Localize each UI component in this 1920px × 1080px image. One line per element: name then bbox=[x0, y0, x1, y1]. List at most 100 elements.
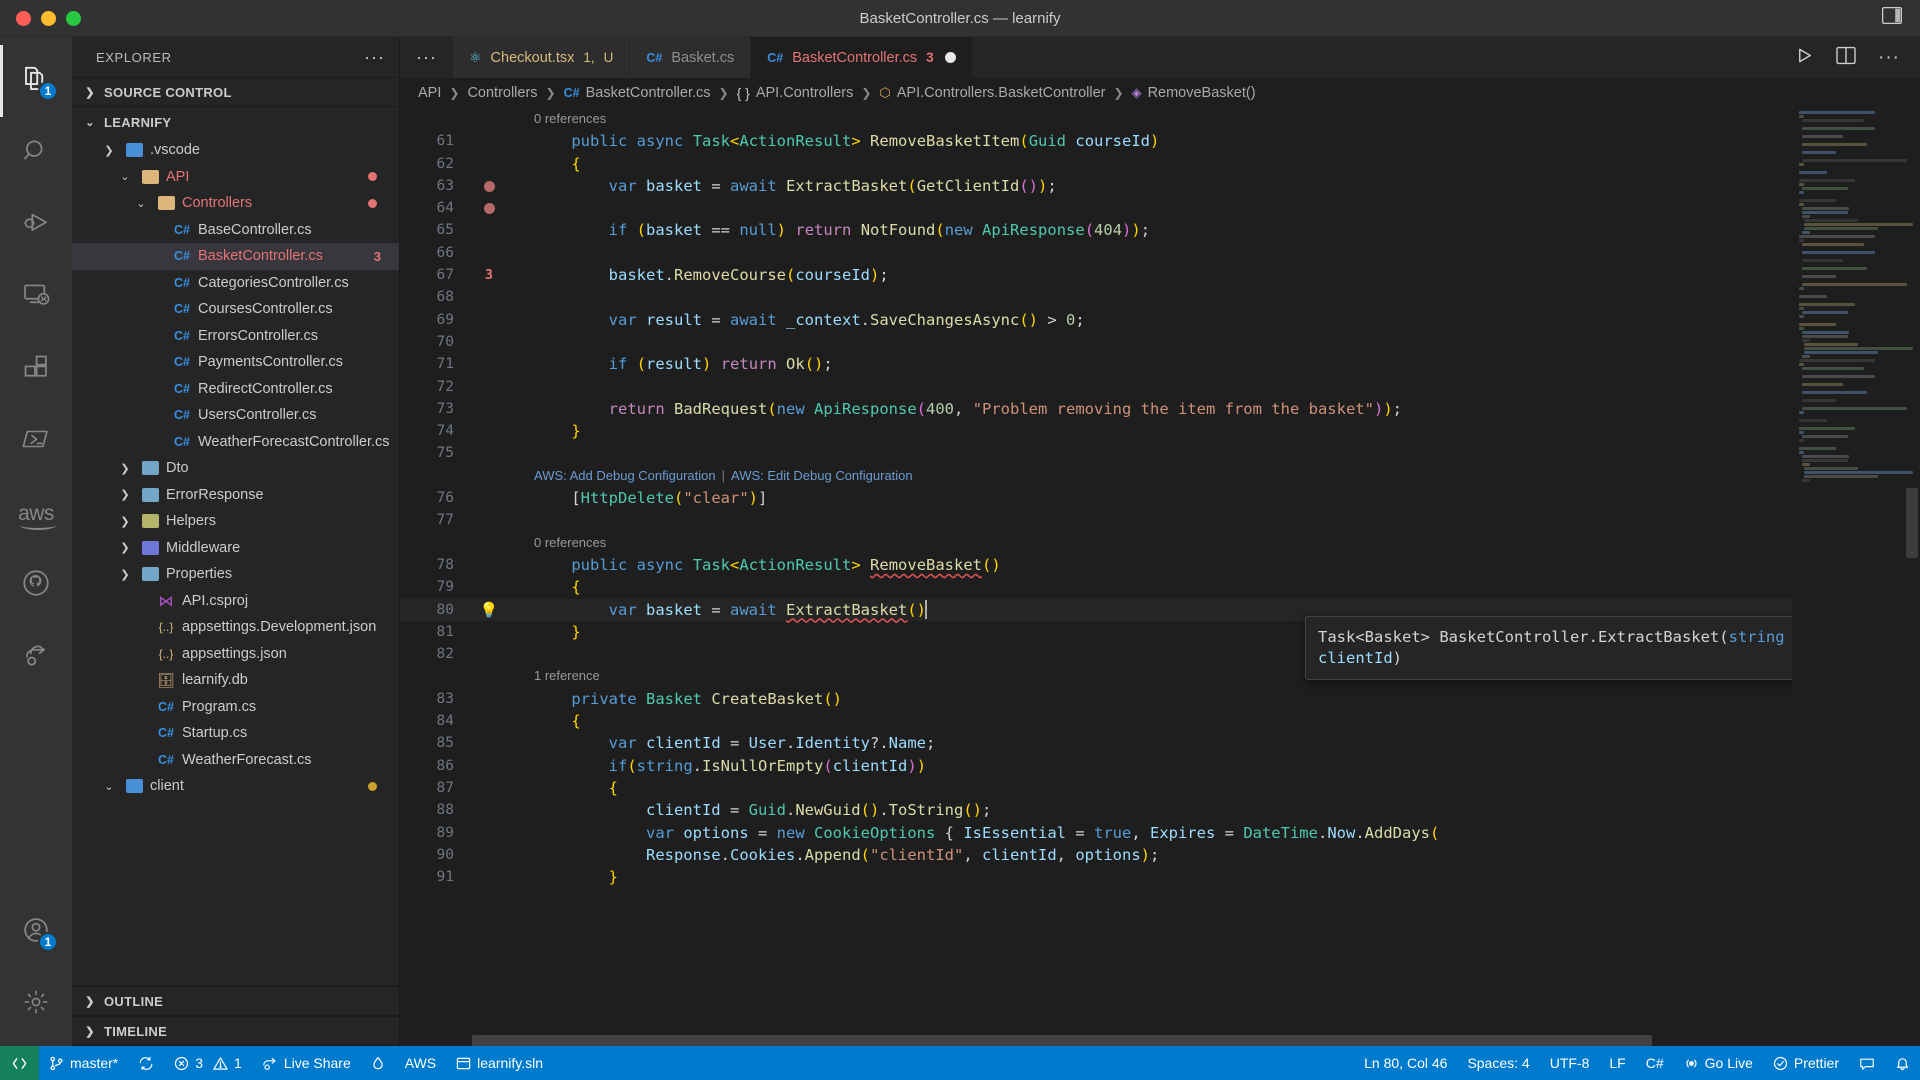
activity-explorer[interactable]: 1 bbox=[0, 45, 72, 117]
tab-basket-cs[interactable]: C# Basket.cs bbox=[630, 37, 752, 78]
code-line[interactable]: 71 if (result) return Ok(); bbox=[400, 353, 1792, 375]
status-aws[interactable]: AWS bbox=[395, 1046, 446, 1080]
status-problems[interactable]: 3 1 bbox=[164, 1046, 252, 1080]
activity-remote-explorer[interactable] bbox=[0, 261, 72, 333]
tree-item-basketcontroller[interactable]: C# BasketController.cs 3 bbox=[72, 243, 399, 270]
status-notifications[interactable] bbox=[1885, 1046, 1920, 1080]
breadcrumb-item-method[interactable]: RemoveBasket() bbox=[1148, 85, 1256, 101]
code-line[interactable]: 76 [HttpDelete("clear")] bbox=[400, 487, 1792, 509]
code-line[interactable]: 89 var options = new CookieOptions { IsE… bbox=[400, 822, 1792, 844]
tree-item-api[interactable]: ⌄ API bbox=[72, 164, 399, 191]
horizontal-scrollbar[interactable] bbox=[472, 1035, 1652, 1046]
code-line[interactable]: 84 { bbox=[400, 710, 1792, 732]
status-indentation[interactable]: Spaces: 4 bbox=[1457, 1046, 1539, 1080]
code-line[interactable]: 64 bbox=[400, 197, 1792, 219]
code-surface[interactable]: 0 references 61 public async Task<ActionR… bbox=[400, 108, 1792, 1046]
section-learnify[interactable]: ⌄ LEARNIFY bbox=[72, 107, 399, 137]
activity-terminal[interactable] bbox=[0, 405, 72, 477]
breadcrumb-item-file[interactable]: BasketController.cs bbox=[586, 85, 711, 101]
code-line[interactable]: 87 { bbox=[400, 777, 1792, 799]
minimap-slider[interactable] bbox=[1906, 488, 1918, 558]
codelens-references-link[interactable]: 1 reference bbox=[534, 665, 600, 687]
code-line[interactable]: 67 3 basket.RemoveCourse(courseId); bbox=[400, 264, 1792, 286]
zoom-window-button[interactable] bbox=[66, 10, 81, 26]
editor-layout-icon[interactable] bbox=[1881, 6, 1903, 29]
chevron-right-icon[interactable]: ❯ bbox=[100, 144, 118, 157]
code-line[interactable]: 77 bbox=[400, 509, 1792, 531]
aws-add-debug-config-link[interactable]: AWS: Add Debug Configuration bbox=[534, 465, 716, 487]
sidebar-more-actions-button[interactable]: ··· bbox=[364, 48, 385, 66]
aws-edit-debug-config-link[interactable]: AWS: Edit Debug Configuration bbox=[731, 465, 913, 487]
status-branch[interactable]: master* bbox=[39, 1046, 128, 1080]
tree-item-weatherforecastcontroller[interactable]: C# WeatherForecastController.cs bbox=[72, 429, 399, 456]
tabs-overflow-button[interactable]: ··· bbox=[400, 37, 453, 78]
code-line[interactable]: 63 var basket = await ExtractBasket(GetC… bbox=[400, 175, 1792, 197]
chevron-right-icon[interactable]: ❯ bbox=[116, 462, 134, 475]
tree-item-client[interactable]: ⌄ client bbox=[72, 773, 399, 800]
activity-github[interactable] bbox=[0, 549, 72, 621]
minimize-window-button[interactable] bbox=[41, 10, 56, 26]
tree-item-coursescontroller[interactable]: C# CoursesController.cs bbox=[72, 296, 399, 323]
status-language-mode[interactable]: C# bbox=[1636, 1046, 1674, 1080]
status-remote-indicator[interactable] bbox=[0, 1046, 39, 1080]
tree-item-paymentscontroller[interactable]: C# PaymentsController.cs bbox=[72, 349, 399, 376]
code-editor[interactable]: 0 references 61 public async Task<ActionR… bbox=[400, 108, 1920, 1046]
play-icon[interactable] bbox=[1795, 46, 1814, 70]
activity-search[interactable] bbox=[0, 117, 72, 189]
code-line[interactable]: 73 return BadRequest(new ApiResponse(400… bbox=[400, 398, 1792, 420]
lightbulb-icon[interactable]: 💡 bbox=[472, 599, 506, 621]
status-cursor-position[interactable]: Ln 80, Col 46 bbox=[1354, 1046, 1457, 1080]
status-sync-changes[interactable] bbox=[128, 1046, 164, 1080]
chevron-down-icon[interactable]: ⌄ bbox=[100, 780, 118, 793]
window-controls[interactable] bbox=[0, 10, 81, 26]
tree-item-dto[interactable]: ❯ Dto bbox=[72, 455, 399, 482]
status-prettier[interactable]: Prettier bbox=[1763, 1046, 1849, 1080]
tree-item-controllers[interactable]: ⌄ Controllers bbox=[72, 190, 399, 217]
tree-item-startup-cs[interactable]: C# Startup.cs bbox=[72, 720, 399, 747]
tree-item-vscode[interactable]: ❯ .vscode bbox=[72, 137, 399, 164]
tree-item-appsettings[interactable]: {..} appsettings.json bbox=[72, 641, 399, 668]
tree-item-errorresponse[interactable]: ❯ ErrorResponse bbox=[72, 482, 399, 509]
code-line[interactable]: 91 } bbox=[400, 866, 1792, 888]
activity-accounts[interactable]: 1 bbox=[0, 896, 72, 968]
tree-item-redirectcontroller[interactable]: C# RedirectController.cs bbox=[72, 376, 399, 403]
code-line[interactable]: 65 if (basket == null) return NotFound(n… bbox=[400, 219, 1792, 241]
code-line[interactable]: 72 bbox=[400, 376, 1792, 398]
chevron-right-icon[interactable]: ❯ bbox=[116, 541, 134, 554]
code-line[interactable]: 75 bbox=[400, 442, 1792, 464]
tree-item-helpers[interactable]: ❯ Helpers bbox=[72, 508, 399, 535]
status-live-share[interactable]: Live Share bbox=[252, 1046, 361, 1080]
minimap[interactable] bbox=[1792, 108, 1920, 1046]
code-line[interactable]: 78 public async Task<ActionResult> Remov… bbox=[400, 554, 1792, 576]
tree-item-basecontroller[interactable]: C# BaseController.cs bbox=[72, 217, 399, 244]
code-line[interactable]: 62 { bbox=[400, 153, 1792, 175]
code-line[interactable]: 79 { bbox=[400, 576, 1792, 598]
close-window-button[interactable] bbox=[16, 10, 31, 26]
activity-live-share[interactable] bbox=[0, 621, 72, 693]
status-watch[interactable] bbox=[361, 1046, 395, 1080]
chevron-down-icon[interactable]: ⌄ bbox=[116, 170, 134, 183]
section-outline[interactable]: ❯ OUTLINE bbox=[72, 986, 399, 1016]
codelens-references-link[interactable]: 0 references bbox=[534, 532, 606, 554]
split-editor-icon[interactable] bbox=[1836, 46, 1856, 70]
chevron-right-icon[interactable]: ❯ bbox=[116, 488, 134, 501]
code-line[interactable]: 74 } bbox=[400, 420, 1792, 442]
tree-item-userscontroller[interactable]: C# UsersController.cs bbox=[72, 402, 399, 429]
activity-run-debug[interactable] bbox=[0, 189, 72, 261]
code-line[interactable]: 85 var clientId = User.Identity?.Name; bbox=[400, 732, 1792, 754]
breadcrumb-item-controllers[interactable]: Controllers bbox=[467, 85, 537, 101]
code-line[interactable]: 66 bbox=[400, 242, 1792, 264]
status-eol[interactable]: LF bbox=[1599, 1046, 1635, 1080]
breadcrumb-item-namespace[interactable]: API.Controllers bbox=[756, 85, 854, 101]
code-line[interactable]: 83 private Basket CreateBasket() bbox=[400, 688, 1792, 710]
chevron-right-icon[interactable]: ❯ bbox=[116, 515, 134, 528]
status-encoding[interactable]: UTF-8 bbox=[1540, 1046, 1600, 1080]
tree-item-categoriescontroller[interactable]: C# CategoriesController.cs bbox=[72, 270, 399, 297]
code-line[interactable]: 88 clientId = Guid.NewGuid().ToString(); bbox=[400, 799, 1792, 821]
activity-aws-toolkit[interactable]: aws bbox=[0, 477, 72, 549]
code-content[interactable]: 0 references 61 public async Task<ActionR… bbox=[400, 108, 1792, 888]
status-go-live[interactable]: Go Live bbox=[1674, 1046, 1763, 1080]
status-feedback[interactable] bbox=[1849, 1046, 1885, 1080]
tree-item-properties[interactable]: ❯ Properties bbox=[72, 561, 399, 588]
breadcrumb-item-class[interactable]: API.Controllers.BasketController bbox=[897, 85, 1106, 101]
